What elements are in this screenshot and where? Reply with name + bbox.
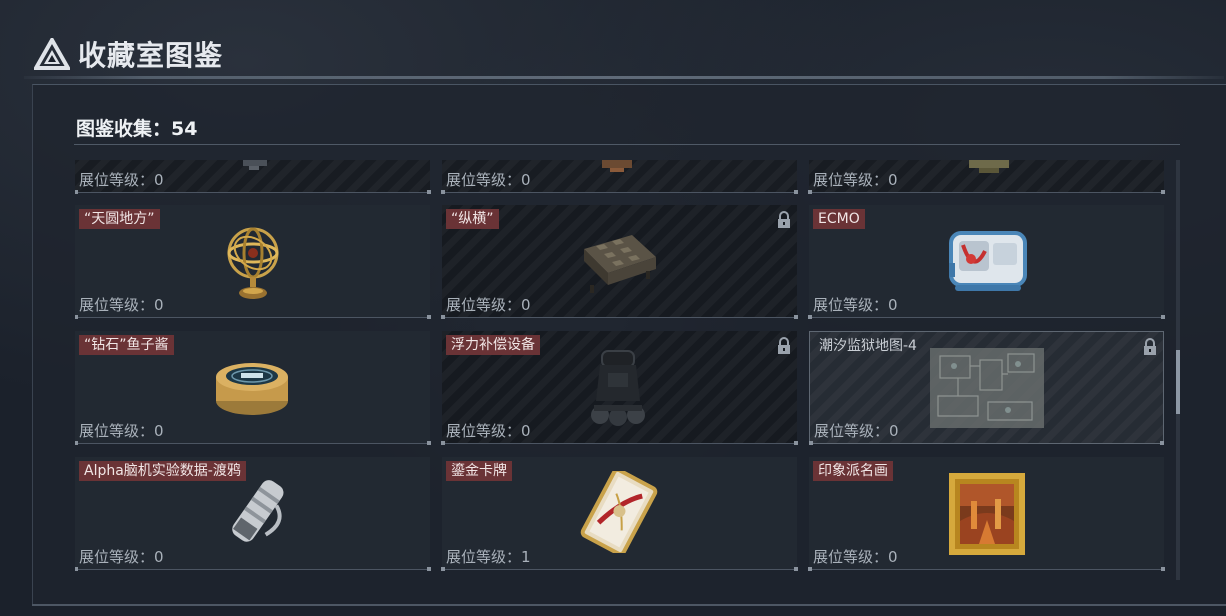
booth-level: 展位等级：0 [79,422,164,440]
collection-card[interactable]: 潮汐监狱地图-4 展位等级：0 [809,331,1164,445]
lock-icon [778,337,790,354]
item-name: “纵横” [446,209,499,229]
collection-count: 图鉴收集：54 [76,118,198,140]
gilded-card-icon [580,471,658,553]
armillary-sphere-icon [227,227,279,299]
item-name: 浮力补偿设备 [446,335,540,355]
item-partial-icon [243,160,267,170]
booth-level: 展位等级：0 [79,548,164,566]
collection-card[interactable]: 印象派名画 展位等级：0 [808,457,1165,571]
buoyancy-device-icon [591,350,645,426]
ecmo-machine-icon [949,231,1027,291]
collection-card[interactable]: 浮力补偿设备 展位等级：0 [441,331,798,445]
collection-card[interactable]: 展位等级：0 [808,160,1165,194]
chessboard-icon [584,235,656,293]
panel-bottom-border [32,604,1226,606]
booth-level: 展位等级：0 [79,171,164,189]
data-canister-icon [232,480,284,542]
item-name: 印象派名画 [813,461,893,481]
triangle-logo-icon [34,38,70,70]
booth-level: 展位等级：0 [814,422,899,440]
booth-level: 展位等级：0 [813,548,898,566]
caviar-tin-icon [216,363,288,415]
collection-divider [74,144,1180,145]
booth-level: 展位等级：0 [813,296,898,314]
scrollbar[interactable] [1176,160,1180,580]
item-name: “钻石”鱼子酱 [79,335,174,355]
scrollbar-thumb[interactable] [1176,350,1180,414]
collection-card[interactable]: Alpha脑机实验数据-渡鸦 展位等级：0 [75,457,431,571]
item-name: ECMO [813,209,865,229]
page-title: 收藏室图鉴 [78,39,224,72]
framed-painting-icon [949,473,1025,555]
booth-level: 展位等级：0 [446,171,531,189]
header-divider [24,76,1224,79]
item-name: “天圆地方” [79,209,160,229]
booth-level: 展位等级：0 [446,422,531,440]
collection-card[interactable]: ECMO 展位等级：0 [808,205,1165,319]
header: 收藏室图鉴 [0,0,1226,80]
item-partial-icon [969,160,1009,173]
item-name: 潮汐监狱地图-4 [819,338,917,354]
collection-card[interactable]: 鎏金卡牌 展位等级：1 [441,457,798,571]
collection-card[interactable]: 展位等级：0 [75,160,431,194]
booth-level: 展位等级：1 [446,548,531,566]
item-partial-icon [602,160,632,172]
lock-icon [778,211,790,228]
prison-map-icon [930,348,1044,428]
lock-icon [1144,338,1156,355]
collection-grid: 展位等级：0 展位等级：0 展位等级：0 “天圆地方” 展位等级：0 “纵横” … [75,160,1167,575]
booth-level: 展位等级：0 [813,171,898,189]
booth-level: 展位等级：0 [79,296,164,314]
collection-card[interactable]: “天圆地方” 展位等级：0 [75,205,431,319]
collection-card[interactable]: 展位等级：0 [441,160,798,194]
collection-card[interactable]: “钻石”鱼子酱 展位等级：0 [75,331,431,445]
booth-level: 展位等级：0 [446,296,531,314]
item-name: 鎏金卡牌 [446,461,512,481]
collection-card[interactable]: “纵横” 展位等级：0 [441,205,798,319]
